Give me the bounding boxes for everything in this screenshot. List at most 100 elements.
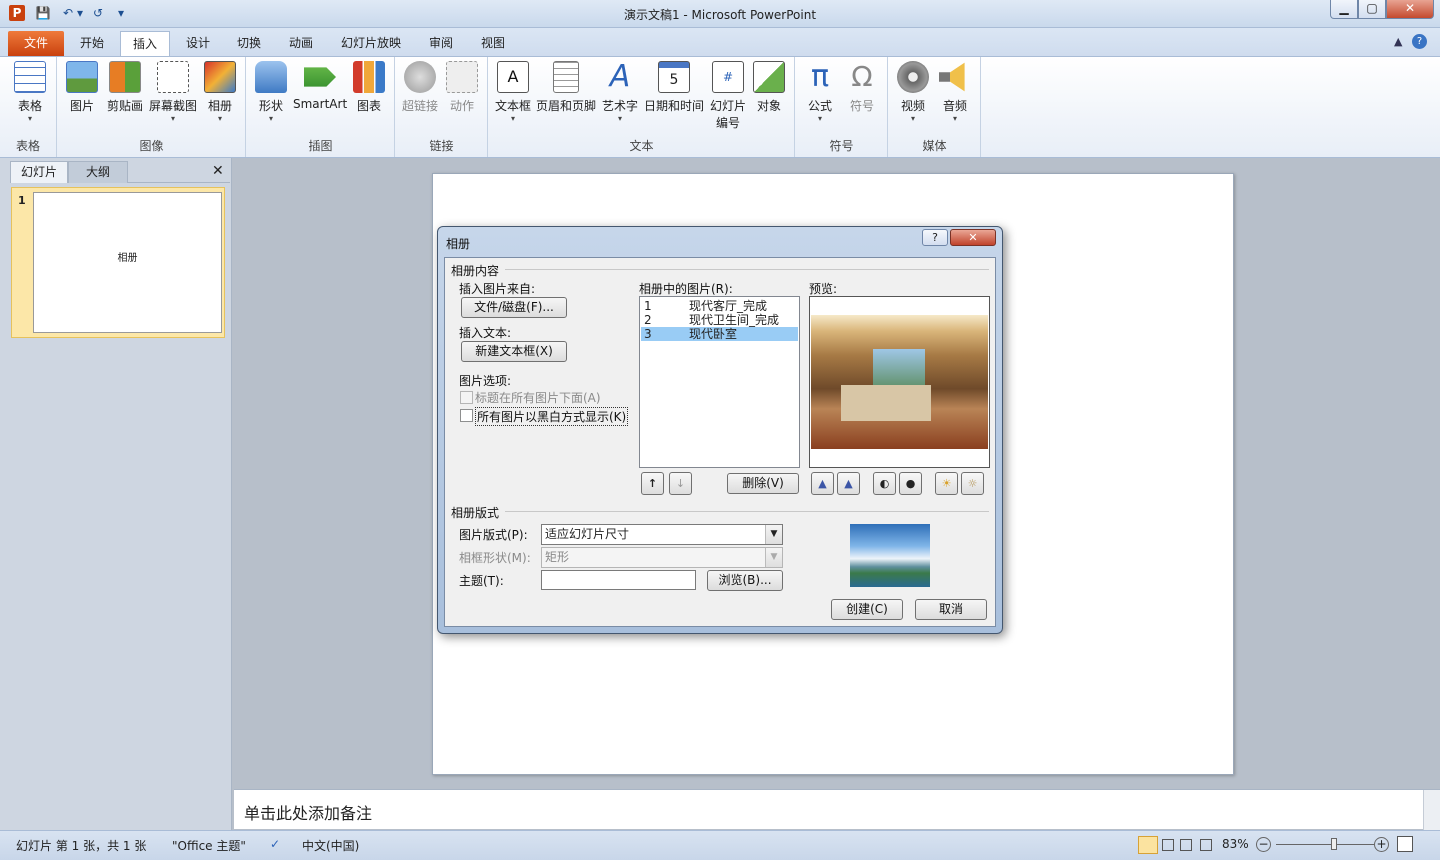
clipart-button[interactable]: 剪贴画	[104, 61, 146, 114]
black-white-checkbox[interactable]	[460, 409, 473, 422]
slide-sorter-icon[interactable]	[1162, 839, 1174, 851]
tab-view[interactable]: 视图	[470, 31, 516, 56]
tab-design[interactable]: 设计	[176, 31, 220, 56]
chart-button[interactable]: 图表	[351, 61, 387, 114]
tab-outline[interactable]: 大纲	[68, 161, 128, 183]
datetime-button[interactable]: 5 日期和时间	[643, 61, 705, 114]
shapes-icon	[255, 61, 287, 93]
zoom-slider[interactable]	[1276, 838, 1374, 850]
hyperlink-button[interactable]: 超链接	[400, 61, 440, 114]
picture-layout-select[interactable]: 适应幻灯片尺寸 ▼	[541, 524, 783, 545]
rotate-right-button[interactable]: ▲	[837, 472, 860, 495]
datetime-label: 日期和时间	[643, 99, 704, 113]
smartart-icon	[304, 67, 336, 87]
screenshot-button[interactable]: 屏幕截图 ▾	[148, 61, 198, 124]
create-button[interactable]: 创建(C)	[831, 599, 903, 620]
textbox-button[interactable]: A 文本框 ▾	[493, 61, 533, 124]
contrast-down-button[interactable]: ●	[899, 472, 922, 495]
title-bar: P 💾 ↶ ▾ ↺ ▾ 演示文稿1 - Microsoft PowerPoint…	[0, 0, 1440, 28]
preview-label: 预览:	[809, 282, 838, 296]
rotate-left-button[interactable]: ▲	[811, 472, 834, 495]
tab-insert[interactable]: 插入	[120, 31, 170, 56]
delete-button[interactable]: 删除(V)	[727, 473, 799, 494]
caption-below-checkbox[interactable]	[460, 391, 473, 404]
list-item[interactable]: 2 现代卫生间_完成	[641, 313, 798, 327]
album-button[interactable]: 相册 ▾	[202, 61, 238, 124]
ribbon: 表格 ▾ 表格 图片 剪贴画 屏幕截图 ▾ 相册 ▾ 图像 形状 ▾ Smart…	[0, 56, 1440, 158]
ribbon-tabs: 文件 开始 插入 设计 切换 动画 幻灯片放映 审阅 视图 ▲ ?	[0, 28, 1440, 56]
theme-status: "Office 主题"	[172, 839, 246, 853]
object-button[interactable]: 对象	[751, 61, 787, 114]
equation-label: 公式	[807, 99, 832, 113]
browse-button[interactable]: 浏览(B)...	[707, 570, 783, 591]
picture-label: 图片	[69, 99, 94, 113]
move-up-button[interactable]: ↑	[641, 472, 664, 495]
equation-button[interactable]: π 公式 ▾	[802, 61, 838, 124]
zoom-slider-thumb[interactable]	[1331, 838, 1338, 850]
tab-review[interactable]: 审阅	[418, 31, 464, 56]
file-disk-button[interactable]: 文件/磁盘(F)...	[461, 297, 567, 318]
cancel-button[interactable]: 取消	[915, 599, 987, 620]
slide-thumbnail-title: 相册	[117, 253, 138, 264]
theme-input[interactable]	[541, 570, 696, 590]
picture-button[interactable]: 图片	[64, 61, 100, 114]
speaker-icon	[939, 62, 965, 92]
video-button[interactable]: 视频 ▾	[895, 61, 931, 124]
slide-number-button[interactable]: # 幻灯片 编号	[707, 61, 749, 131]
list-item-name: 现代卫生间_完成	[689, 313, 780, 327]
table-button[interactable]: 表格 ▾	[10, 61, 50, 124]
tab-slideshow[interactable]: 幻灯片放映	[332, 31, 410, 56]
notes-pane[interactable]: 单击此处添加备注	[234, 789, 1440, 830]
tab-home[interactable]: 开始	[70, 31, 114, 56]
spell-check-icon[interactable]: ✓	[270, 837, 280, 851]
pictures-listbox[interactable]: 1 现代客厅_完成 2 现代卫生间_完成 3 现代卧室	[639, 296, 800, 468]
reading-view-icon[interactable]	[1180, 839, 1192, 851]
tab-slides[interactable]: 幻灯片	[10, 161, 68, 183]
minimize-button[interactable]: ▁	[1330, 0, 1358, 19]
list-item[interactable]: 1 现代客厅_完成	[641, 299, 798, 313]
zoom-in-button[interactable]: +	[1374, 837, 1389, 852]
minimize-ribbon-icon[interactable]: ▲	[1394, 35, 1402, 48]
language-status[interactable]: 中文(中国)	[302, 837, 359, 854]
album-dropdown-icon: ▾	[217, 114, 222, 123]
slideshow-view-icon[interactable]	[1200, 839, 1212, 851]
dialog-title: 相册	[446, 237, 471, 251]
wordart-dropdown-icon: ▾	[617, 114, 622, 123]
fit-to-window-icon[interactable]	[1397, 836, 1413, 852]
brightness-down-button[interactable]: ☼	[961, 472, 984, 495]
dialog-body: 相册内容 插入图片来自: 文件/磁盘(F)... 插入文本: 新建文本框(X) …	[444, 257, 996, 627]
brightness-up-button[interactable]: ☀	[935, 472, 958, 495]
zoom-out-button[interactable]: −	[1256, 837, 1271, 852]
tab-transitions[interactable]: 切换	[226, 31, 272, 56]
symbol-button[interactable]: Ω 符号	[844, 61, 880, 114]
tab-animations[interactable]: 动画	[278, 31, 324, 56]
contrast-up-button[interactable]: ◐	[873, 472, 896, 495]
close-panel-icon[interactable]: ✕	[212, 163, 224, 179]
list-item-number: 2	[644, 313, 652, 327]
help-icon[interactable]: ?	[1412, 34, 1427, 49]
move-down-button[interactable]: ↓	[669, 472, 692, 495]
action-button[interactable]: 动作	[444, 61, 480, 114]
dialog-close-button[interactable]: ✕	[950, 229, 996, 246]
photo-album-dialog: 相册 ? ✕ 相册内容 插入图片来自: 文件/磁盘(F)... 插入文本: 新建…	[437, 226, 1003, 634]
group-images: 图片 剪贴画 屏幕截图 ▾ 相册 ▾ 图像	[58, 57, 246, 157]
tab-file[interactable]: 文件	[8, 31, 64, 56]
notes-scrollbar[interactable]	[1423, 790, 1440, 830]
clipart-icon	[109, 61, 141, 93]
new-textbox-button[interactable]: 新建文本框(X)	[461, 341, 567, 362]
close-button[interactable]: ✕	[1386, 0, 1434, 19]
frame-shape-select[interactable]: 矩形 ▼	[541, 547, 783, 568]
header-footer-button[interactable]: 页眉和页脚	[535, 61, 597, 114]
normal-view-icon[interactable]	[1138, 836, 1158, 854]
slide-thumbnail[interactable]: 1 相册	[11, 187, 225, 338]
shapes-button[interactable]: 形状 ▾	[253, 61, 289, 124]
wordart-button[interactable]: A 艺术字 ▾	[599, 61, 641, 124]
zoom-level[interactable]: 83%	[1222, 837, 1249, 851]
notes-placeholder[interactable]: 单击此处添加备注	[244, 800, 372, 824]
smartart-label: SmartArt	[293, 97, 348, 111]
list-item[interactable]: 3 现代卧室	[641, 327, 798, 341]
smartart-button[interactable]: SmartArt	[293, 61, 347, 111]
dialog-help-button[interactable]: ?	[922, 229, 948, 246]
maximize-button[interactable]: ▢	[1358, 0, 1386, 19]
audio-button[interactable]: 音频 ▾	[937, 61, 973, 124]
